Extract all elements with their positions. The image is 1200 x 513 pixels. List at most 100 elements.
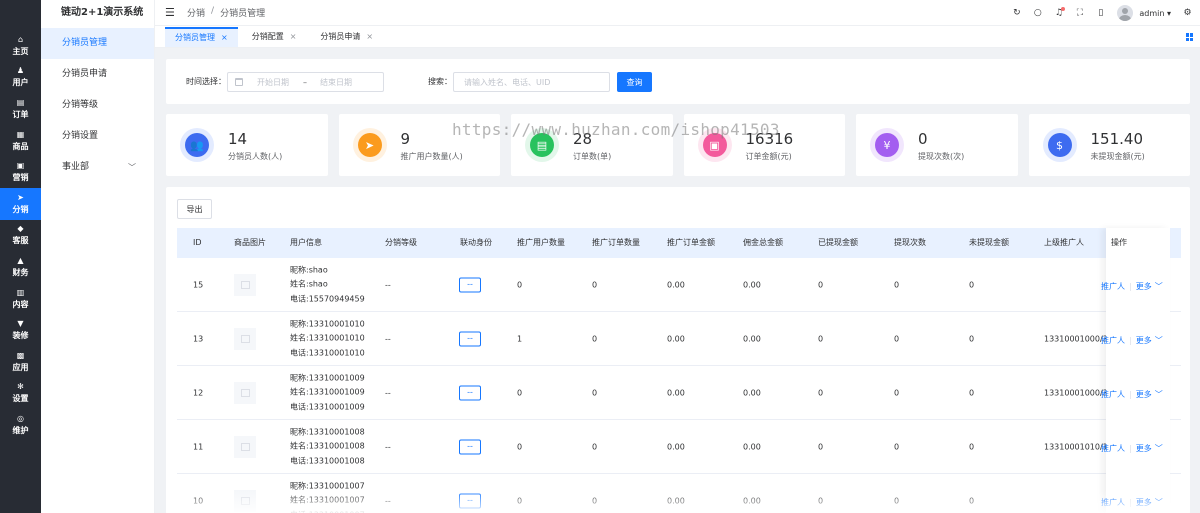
rail-item-maintain[interactable]: ◎ 维护 bbox=[0, 409, 41, 441]
time-select-label: 时间选择： bbox=[186, 77, 226, 86]
user-info: 昵称:13310001009 姓名:13310001009 电话:133100010… bbox=[290, 371, 365, 415]
stat-icon-ring: ¥ bbox=[870, 128, 904, 162]
stat-value: 9 bbox=[400, 130, 411, 148]
end-date-placeholder[interactable]: 结束日期 bbox=[320, 77, 352, 88]
identity-tag[interactable]: -- bbox=[459, 493, 481, 508]
tab-distribution-config[interactable]: 分销配置 × bbox=[242, 27, 307, 47]
submenu-item-division[interactable]: 事业部 ﹀ bbox=[41, 152, 154, 183]
gear-icon[interactable]: ⚙ bbox=[1183, 8, 1192, 18]
grid-menu-icon[interactable] bbox=[1186, 33, 1194, 41]
promoter-link[interactable]: 推广人 bbox=[1101, 282, 1125, 291]
distributor-count-icon: 👥 bbox=[185, 133, 209, 157]
rail-item-finance[interactable]: ▲ 财务 bbox=[0, 251, 41, 283]
user-info-line: 昵称:shao bbox=[290, 264, 328, 274]
bell-icon[interactable]: ♫ bbox=[1054, 6, 1066, 18]
rail-item-service[interactable]: ◆ 客服 bbox=[0, 220, 41, 252]
table-header: ID 商品图片 用户信息 分销等级 联动身份 推广用户数量 推广订单数量 推广订单金额 佣金总金… bbox=[177, 228, 1181, 258]
rail-item-marketing[interactable]: ▣ 营销 bbox=[0, 156, 41, 188]
tab-distributor-apply[interactable]: 分销员申请 × bbox=[310, 27, 383, 47]
action-separator: | bbox=[1129, 336, 1132, 345]
cell-unwithdrawn: 0 bbox=[969, 280, 975, 289]
query-button[interactable]: 查询 bbox=[617, 72, 652, 92]
rail-item-content[interactable]: ▥ 内容 bbox=[0, 283, 41, 315]
export-button[interactable]: 导出 bbox=[177, 199, 212, 219]
search-input[interactable] bbox=[453, 72, 610, 92]
rail-item-apps[interactable]: ▩ 应用 bbox=[0, 346, 41, 378]
submenu-label: 事业部 bbox=[62, 162, 90, 172]
identity-tag[interactable]: -- bbox=[459, 331, 481, 346]
rail-item-label: 营销 bbox=[12, 173, 29, 183]
menu-toggle-icon[interactable]: ☰ bbox=[165, 6, 179, 19]
close-icon[interactable]: × bbox=[290, 27, 297, 47]
identity-tag[interactable]: -- bbox=[459, 439, 481, 454]
cell-superior: 13310001000/3 bbox=[1044, 334, 1108, 343]
identity-tag[interactable]: -- bbox=[459, 385, 481, 400]
submenu-item-distributor-settings[interactable]: 分销设置 bbox=[41, 121, 154, 152]
promoter-link[interactable]: 推广人 bbox=[1101, 444, 1125, 453]
promoter-link[interactable]: 推广人 bbox=[1101, 336, 1125, 345]
column-header: ID bbox=[193, 238, 202, 247]
more-dropdown[interactable]: 更多 bbox=[1136, 444, 1152, 453]
apps-icon: ▩ bbox=[16, 350, 25, 360]
chevron-down-icon: ﹀ bbox=[1154, 498, 1163, 507]
refresh-icon[interactable]: ↻ bbox=[1012, 8, 1021, 18]
more-dropdown[interactable]: 更多 bbox=[1136, 498, 1152, 507]
avatar[interactable] bbox=[1117, 5, 1134, 21]
date-range-picker[interactable]: 开始日期 – 结束日期 bbox=[227, 72, 384, 92]
user-info-line: 姓名:13310001010 bbox=[290, 333, 365, 343]
cell-users: 1 bbox=[517, 334, 523, 343]
content-icon: ▥ bbox=[16, 287, 25, 297]
rail-item-goods[interactable]: ▦ 商品 bbox=[0, 125, 41, 157]
submenu-label: 分销员管理 bbox=[62, 38, 108, 48]
row-actions: 推广人 | 更多 ﹀ bbox=[1101, 281, 1163, 292]
cell-withdrawn: 0 bbox=[818, 496, 824, 505]
user-info-line: 昵称:13310001007 bbox=[290, 480, 365, 490]
settings-icon: ✻ bbox=[17, 382, 24, 392]
rail-item-settings[interactable]: ✻ 设置 bbox=[0, 378, 41, 410]
stat-label: 提现次数(次) bbox=[918, 152, 965, 161]
rail-item-label: 用户 bbox=[12, 78, 29, 88]
cell-id: 10 bbox=[193, 496, 204, 505]
rail-item-user[interactable]: ♟ 用户 bbox=[0, 62, 41, 94]
rail-item-order[interactable]: ▤ 订单 bbox=[0, 93, 41, 125]
close-icon[interactable]: × bbox=[221, 28, 228, 48]
more-dropdown[interactable]: 更多 bbox=[1136, 390, 1152, 399]
cell-order-amount: 0.00 bbox=[667, 334, 685, 343]
column-header: 上级推广人 bbox=[1044, 238, 1084, 247]
rail-item-decorate[interactable]: ▼ 装修 bbox=[0, 314, 41, 346]
tab-distributor-manage[interactable]: 分销员管理 × bbox=[165, 27, 238, 47]
breadcrumb-item-distribution[interactable]: 分销 bbox=[187, 6, 205, 19]
cell-unwithdrawn: 0 bbox=[969, 334, 975, 343]
fullscreen-icon[interactable]: ⛶ bbox=[1075, 8, 1084, 18]
column-header: 联动身份 bbox=[460, 238, 492, 247]
cell-level: -- bbox=[385, 442, 391, 451]
chevron-down-icon: ﹀ bbox=[1154, 390, 1163, 399]
cell-order-amount: 0.00 bbox=[667, 388, 685, 397]
cell-id: 12 bbox=[193, 388, 204, 397]
more-dropdown[interactable]: 更多 bbox=[1136, 282, 1152, 291]
filter-card: 时间选择： 开始日期 – 结束日期 搜索： 查询 bbox=[166, 59, 1190, 104]
close-icon[interactable]: × bbox=[366, 27, 373, 47]
submenu-item-distributor-level[interactable]: 分销等级 bbox=[41, 90, 154, 121]
unwithdrawn-amount-icon: $ bbox=[1047, 133, 1072, 157]
breadcrumb-item-current: 分销员管理 bbox=[220, 9, 266, 19]
column-header-actions: 操作 bbox=[1111, 238, 1127, 247]
promoter-link[interactable]: 推广人 bbox=[1101, 498, 1125, 507]
rail-item-home[interactable]: ⌂ 主页 bbox=[0, 30, 41, 62]
submenu-item-distributor-apply[interactable]: 分销员申请 bbox=[41, 59, 154, 90]
start-date-placeholder[interactable]: 开始日期 bbox=[257, 77, 289, 88]
user-icon: ♟ bbox=[16, 66, 25, 76]
column-header: 提现次数 bbox=[894, 238, 926, 247]
rail-item-label: 设置 bbox=[12, 394, 29, 404]
search-icon[interactable]: ○ bbox=[1033, 8, 1042, 18]
submenu-item-distributor-manage[interactable]: 分销员管理 bbox=[41, 28, 154, 59]
stat-card-withdraw-times: ¥0 提现次数(次) bbox=[856, 114, 1018, 176]
rail-item-label: 内容 bbox=[12, 299, 29, 309]
rail-item-distribution[interactable]: ➤ 分销 bbox=[0, 187, 41, 220]
tablet-icon[interactable]: ▯ bbox=[1096, 8, 1105, 18]
identity-tag[interactable]: -- bbox=[459, 277, 481, 292]
admin-name[interactable]: admin ▾ bbox=[1139, 9, 1171, 18]
promoter-link[interactable]: 推广人 bbox=[1101, 390, 1125, 399]
more-dropdown[interactable]: 更多 bbox=[1136, 336, 1152, 345]
table-row: 11 -- 0 0 0.00 0.00 0 0 0 13310001010/13 昵称:133100… bbox=[177, 420, 1181, 474]
